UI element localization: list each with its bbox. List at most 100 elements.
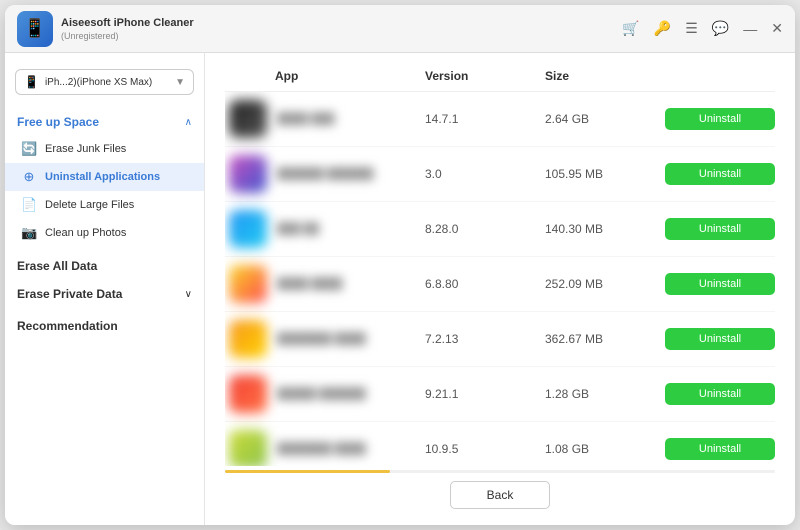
table-row: ███████ ████ 7.2.13 362.67 MB Uninstall [225, 312, 775, 367]
clean-photos-label: Clean up Photos [45, 227, 126, 239]
sidebar-item-erase-junk[interactable]: 🔄 Erase Junk Files [5, 135, 204, 163]
window-controls: 🛒 🔑 ☰ 💬 — ✕ [622, 20, 783, 37]
cart-icon[interactable]: 🛒 [622, 20, 639, 37]
app-name-blurred: ████ ████ [277, 278, 342, 290]
uninstall-button[interactable]: Uninstall [665, 163, 775, 185]
sidebar: 📱 iPh...2)(iPhone XS Max) ▼ Free up Spac… [5, 53, 205, 525]
erase-junk-icon: 🔄 [21, 141, 37, 157]
delete-large-label: Delete Large Files [45, 199, 134, 211]
device-name: iPh...2)(iPhone XS Max) [45, 77, 169, 88]
header-app: App [225, 69, 425, 83]
app-info: ███████ ████ [225, 320, 425, 358]
free-up-space-chevron-icon: ∧ [185, 117, 192, 128]
menu-icon[interactable]: ☰ [685, 20, 698, 37]
app-version: 10.9.5 [425, 442, 545, 456]
sidebar-section-erase-all[interactable]: Erase All Data [5, 251, 204, 281]
app-name-blurred: █████ ██████ [277, 388, 366, 400]
uninstall-button[interactable]: Uninstall [665, 328, 775, 350]
minimize-icon[interactable]: — [743, 21, 757, 37]
app-unregistered: (Unregistered) [61, 31, 194, 41]
table-row: ████ ████ 6.8.80 252.09 MB Uninstall [225, 257, 775, 312]
table-header: App Version Size [225, 69, 775, 92]
uninstall-button[interactable]: Uninstall [665, 273, 775, 295]
content-area: App Version Size ████ ███ 14.7.1 2.64 GB… [205, 53, 795, 525]
app-size: 1.08 GB [545, 442, 665, 456]
app-table: App Version Size ████ ███ 14.7.1 2.64 GB… [225, 69, 775, 466]
close-icon[interactable]: ✕ [771, 20, 783, 37]
app-version: 3.0 [425, 167, 545, 181]
footer-area: Back [225, 470, 775, 509]
delete-large-icon: 📄 [21, 197, 37, 213]
table-row: █████ ██████ 9.21.1 1.28 GB Uninstall [225, 367, 775, 422]
uninstall-apps-icon: ⊕ [21, 169, 37, 185]
app-version: 6.8.80 [425, 277, 545, 291]
app-version: 14.7.1 [425, 112, 545, 126]
uninstall-apps-label: Uninstall Applications [45, 171, 160, 183]
header-version: Version [425, 69, 545, 83]
app-version: 7.2.13 [425, 332, 545, 346]
main-layout: 📱 iPh...2)(iPhone XS Max) ▼ Free up Spac… [5, 53, 795, 525]
clean-photos-icon: 📷 [21, 225, 37, 241]
app-icon [229, 430, 267, 466]
recommendation-title: Recommendation [17, 319, 118, 333]
app-size: 362.67 MB [545, 332, 665, 346]
phone-icon: 📱 [24, 75, 39, 89]
app-info: ██████ ██████ [225, 155, 425, 193]
app-name-blurred: ████ ███ [277, 113, 335, 125]
table-row: ████ ███ 14.7.1 2.64 GB Uninstall [225, 92, 775, 147]
footer-buttons: Back [225, 481, 775, 509]
sidebar-item-clean-photos[interactable]: 📷 Clean up Photos [5, 219, 204, 247]
uninstall-button[interactable]: Uninstall [665, 383, 775, 405]
app-logo: 📱 [17, 11, 53, 47]
app-version: 9.21.1 [425, 387, 545, 401]
uninstall-button[interactable]: Uninstall [665, 218, 775, 240]
table-row: ███ ██ 8.28.0 140.30 MB Uninstall [225, 202, 775, 257]
progress-bar [225, 470, 390, 473]
erase-private-chevron-icon: ∨ [185, 289, 192, 300]
sidebar-section-erase-private: Erase Private Data ∨ [5, 281, 204, 307]
sidebar-item-delete-large[interactable]: 📄 Delete Large Files [5, 191, 204, 219]
app-size: 252.09 MB [545, 277, 665, 291]
app-info: █████ ██████ [225, 375, 425, 413]
header-size: Size [545, 69, 665, 83]
uninstall-button[interactable]: Uninstall [665, 438, 775, 460]
uninstall-button[interactable]: Uninstall [665, 108, 775, 130]
main-window: 📱 Aiseesoft iPhone Cleaner (Unregistered… [5, 5, 795, 525]
app-icon [229, 155, 267, 193]
titlebar: 📱 Aiseesoft iPhone Cleaner (Unregistered… [5, 5, 795, 53]
table-body: ████ ███ 14.7.1 2.64 GB Uninstall ██████… [225, 92, 775, 466]
app-size: 2.64 GB [545, 112, 665, 126]
app-size: 1.28 GB [545, 387, 665, 401]
app-size: 105.95 MB [545, 167, 665, 181]
back-button[interactable]: Back [450, 481, 551, 509]
app-name-blurred: ██████ ██████ [277, 168, 374, 180]
free-up-space-title: Free up Space [17, 115, 99, 129]
device-chevron-icon: ▼ [175, 77, 185, 88]
device-selector[interactable]: 📱 iPh...2)(iPhone XS Max) ▼ [15, 69, 194, 95]
sidebar-item-uninstall-apps[interactable]: ⊕ Uninstall Applications [5, 163, 204, 191]
key-icon[interactable]: 🔑 [654, 20, 671, 37]
app-info: ███████ ████ [225, 430, 425, 466]
sidebar-section-free-up-space: Free up Space ∧ 🔄 Erase Junk Files ⊕ Uni… [5, 109, 204, 247]
app-icon [229, 375, 267, 413]
app-size: 140.30 MB [545, 222, 665, 236]
app-name-blurred: ███████ ████ [277, 443, 366, 455]
app-icon [229, 265, 267, 303]
erase-private-header[interactable]: Erase Private Data ∨ [5, 281, 204, 307]
app-info: ████ ████ [225, 265, 425, 303]
app-title-group: Aiseesoft iPhone Cleaner (Unregistered) [61, 16, 194, 40]
app-name-blurred: ███████ ████ [277, 333, 366, 345]
erase-all-title: Erase All Data [17, 259, 97, 273]
app-version: 8.28.0 [425, 222, 545, 236]
table-row: ███████ ████ 10.9.5 1.08 GB Uninstall [225, 422, 775, 466]
logo-icon: 📱 [24, 18, 46, 39]
app-icon [229, 100, 267, 138]
sidebar-section-recommendation[interactable]: Recommendation [5, 311, 204, 341]
app-name-blurred: ███ ██ [277, 223, 319, 235]
chat-icon[interactable]: 💬 [712, 20, 729, 37]
app-icon [229, 320, 267, 358]
erase-junk-label: Erase Junk Files [45, 143, 126, 155]
free-up-space-header[interactable]: Free up Space ∧ [5, 109, 204, 135]
app-name: Aiseesoft iPhone Cleaner [61, 16, 194, 30]
erase-private-title: Erase Private Data [17, 287, 122, 301]
